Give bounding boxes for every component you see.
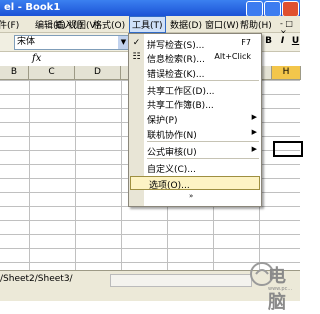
menu-format[interactable]: 格式(O) (93, 18, 125, 31)
menu-item-shortcut: Alt+Click (214, 52, 251, 61)
menu-item-label: 选项(O)... (149, 181, 190, 191)
window-title: el - Book1 (4, 2, 61, 13)
fx-icon: fx (32, 53, 42, 64)
submenu-arrow-icon: ▶ (251, 145, 257, 153)
menu-item-online-collaboration[interactable]: 联机协作(N) ▶ (129, 127, 261, 141)
menu-item-formula-auditing[interactable]: 公式审核(U) ▶ (129, 144, 261, 158)
menu-item-shared-workspace[interactable]: 共享工作区(D)... (129, 83, 261, 97)
watermark-subtext: www.pc... (268, 286, 293, 292)
italic-icon[interactable]: I (276, 35, 289, 48)
menu-insert[interactable]: 插入(I) (55, 18, 83, 31)
menu-item-label: 拼写检查(S)... (147, 41, 205, 51)
menu-file[interactable]: 件(F) (0, 18, 19, 31)
column-header-c[interactable]: C (29, 66, 75, 80)
menu-bar: 件(F) 编辑(E) 视图(V) 插入(I) 格式(O) 工具(T) 数据(D)… (0, 16, 300, 37)
title-bar: el - Book1 (0, 0, 300, 17)
menu-item-customize[interactable]: 自定义(C)... (129, 161, 261, 175)
menu-separator (147, 158, 259, 159)
maximize-button[interactable] (264, 1, 281, 17)
column-header-d[interactable]: D (75, 66, 121, 80)
sheet-tabs[interactable]: /Sheet2/Sheet3/ (0, 274, 73, 284)
submenu-arrow-icon: ▶ (251, 113, 257, 121)
font-name-value: 宋体 (17, 37, 36, 47)
menu-item-protection[interactable]: 保护(P) ▶ (129, 112, 261, 126)
font-name-select[interactable]: 宋体 ▼ (14, 35, 130, 50)
menu-item-label: 公式审核(U) (147, 148, 197, 158)
horizontal-scrollbar[interactable] (110, 274, 252, 287)
column-header-h[interactable]: H (272, 66, 301, 80)
menu-item-research[interactable]: ☷ 信息检索(R)... Alt+Click (129, 51, 261, 65)
menu-separator (147, 141, 259, 142)
menu-item-share-workbook[interactable]: 共享工作簿(B)... (129, 97, 261, 111)
menu-help[interactable]: 帮助(H) (240, 18, 272, 31)
menu-more-chevron[interactable]: » (129, 191, 261, 204)
submenu-arrow-icon: ▶ (251, 128, 257, 136)
underline-icon[interactable]: U (289, 35, 302, 48)
menu-item-options[interactable]: 选项(O)... (130, 176, 260, 191)
menu-item-label: 保护(P) (147, 116, 178, 126)
menu-item-label: 共享工作簿(B)... (147, 101, 214, 111)
menu-separator (147, 80, 259, 81)
menu-item-label: 信息检索(R)... (147, 55, 205, 65)
menu-item-label: 联机协作(N) (147, 131, 197, 141)
menu-item-label: 共享工作区(D)... (147, 87, 215, 97)
menu-item-shortcut: F7 (241, 38, 251, 47)
menu-data[interactable]: 数据(D) (170, 18, 202, 31)
minimize-button[interactable] (246, 1, 263, 17)
menu-window[interactable]: 窗口(W) (205, 18, 239, 31)
research-icon: ☷ (132, 52, 141, 62)
column-header-b[interactable]: B (0, 66, 29, 80)
bold-icon[interactable]: B (262, 35, 275, 48)
selected-cell[interactable] (273, 141, 303, 157)
menu-item-label: 错误检查(K)... (147, 70, 205, 80)
close-button[interactable] (282, 1, 299, 17)
menu-item-error-check[interactable]: 错误检查(K)... (129, 66, 261, 80)
tools-menu-dropdown: ✓ 拼写检查(S)... F7 ☷ 信息检索(R)... Alt+Click 错… (128, 33, 262, 207)
spellcheck-icon: ✓ (132, 38, 141, 48)
chevron-down-icon: » (189, 192, 194, 200)
menu-tools[interactable]: 工具(T) (129, 16, 166, 33)
menu-item-spelling[interactable]: ✓ 拼写检查(S)... F7 (129, 37, 261, 51)
menu-item-label: 自定义(C)... (147, 165, 196, 175)
